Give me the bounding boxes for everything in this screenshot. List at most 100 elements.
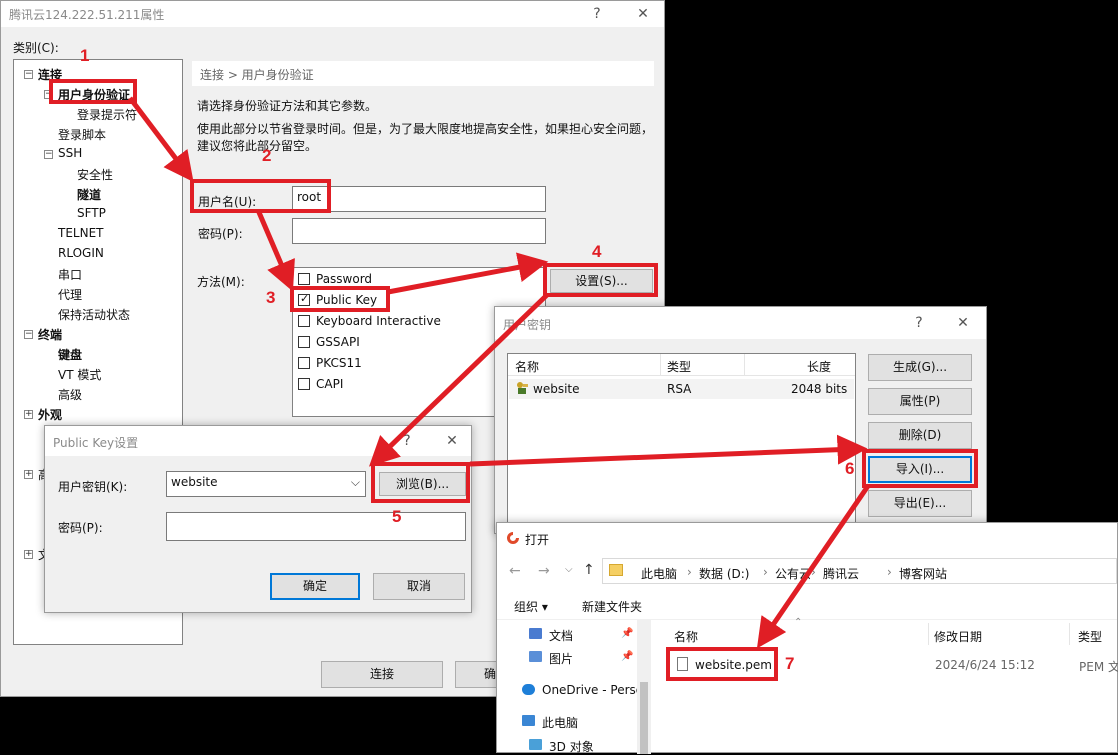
tree-expander-icon[interactable]: + — [24, 470, 33, 479]
user-key-select[interactable]: website ⌵ — [166, 471, 366, 497]
column-divider — [660, 354, 661, 376]
key-type: RSA — [667, 382, 692, 396]
delete-button[interactable]: 删除(D) — [868, 422, 972, 449]
breadcrumb-segment[interactable]: 博客网站 — [899, 565, 947, 582]
tree-expander-icon[interactable]: − — [44, 150, 53, 159]
red-highlight-browse — [371, 462, 470, 503]
nav-scrollbar[interactable] — [637, 620, 651, 754]
export-button[interactable]: 导出(E)... — [868, 490, 972, 517]
recent-dropdown-icon[interactable]: ⌵ — [565, 564, 573, 575]
pubkey-help-button[interactable]: ? — [395, 431, 419, 451]
column-type[interactable]: 类型 — [667, 358, 691, 375]
key-list[interactable]: 名称 类型 长度 website RSA 2048 bits — [507, 353, 856, 531]
key-list-header: 名称 类型 长度 — [508, 354, 855, 376]
tree-item[interactable]: VT 模式 — [58, 366, 101, 383]
breadcrumb-segment[interactable]: 此电脑 — [641, 565, 677, 582]
col-date[interactable]: 修改日期 — [934, 628, 982, 645]
address-bar[interactable]: 此电脑 › 数据 (D:) › 公有云 › 腾讯云 › 博客网站 — [602, 558, 1117, 584]
scroll-thumb[interactable] — [640, 682, 648, 754]
forward-arrow-icon[interactable]: → — [538, 563, 550, 579]
tree-item[interactable]: 隧道 — [77, 186, 101, 203]
column-name[interactable]: 名称 — [515, 358, 539, 375]
tree-item[interactable]: 代理 — [58, 286, 82, 303]
description-line-2: 建议您将此部分留空。 — [197, 139, 318, 153]
properties-button[interactable]: 属性(P) — [868, 388, 972, 415]
column-divider — [744, 354, 745, 376]
method-label: GSSAPI — [316, 335, 360, 349]
computer-icon — [522, 715, 535, 726]
chevron-right-icon[interactable]: › — [887, 565, 892, 579]
tree-item[interactable]: SSH — [58, 146, 82, 160]
tree-item[interactable]: 终端 — [38, 326, 62, 343]
method-checkbox[interactable] — [298, 378, 310, 390]
window-title: 腾讯云124.222.51.211属性 — [9, 8, 165, 22]
nav-item[interactable]: 文档 — [549, 627, 573, 644]
tree-item[interactable]: 保持活动状态 — [58, 306, 130, 323]
help-button[interactable]: ? — [585, 4, 609, 24]
col-type[interactable]: 类型 — [1078, 628, 1102, 645]
method-label: Keyboard Interactive — [316, 314, 441, 328]
password-input[interactable] — [292, 218, 546, 244]
public-key-dialog: Public Key设置 ? ✕ 用户密钥(K): website ⌵ 浏览(B… — [44, 425, 472, 613]
method-checkbox[interactable] — [298, 357, 310, 369]
close-button[interactable]: ✕ — [631, 4, 655, 24]
nav-item[interactable]: 此电脑 — [542, 714, 578, 731]
method-checkbox[interactable] — [298, 336, 310, 348]
open-title-bar: 打开 — [497, 523, 1117, 555]
pubkey-close-button[interactable]: ✕ — [440, 431, 464, 451]
back-arrow-icon[interactable]: ← — [509, 563, 521, 579]
table-row[interactable]: website RSA 2048 bits — [509, 379, 854, 399]
up-arrow-icon[interactable]: ↑ — [583, 562, 595, 578]
description-line-1: 使用此部分以节省登录时间。但是，为了最大限度地提高安全性，如果担心安全问题， — [197, 122, 654, 136]
tree-item[interactable]: 外观 — [38, 406, 62, 423]
tree-expander-icon[interactable]: − — [24, 70, 33, 79]
tree-item[interactable]: 登录脚本 — [58, 126, 106, 143]
chevron-right-icon[interactable]: › — [811, 565, 816, 579]
user-key-label: 用户密钥(K): — [58, 480, 128, 494]
tree-expander-icon[interactable]: + — [24, 410, 33, 419]
file-date: 2024/6/24 15:12 — [935, 658, 1035, 672]
new-folder-button[interactable]: 新建文件夹 — [582, 598, 642, 615]
red-highlight-public-key — [290, 286, 390, 312]
key-length: 2048 bits — [791, 382, 848, 396]
col-name[interactable]: 名称 — [674, 628, 698, 645]
pin-icon[interactable]: 📌 — [621, 628, 633, 639]
userkey-title: 用户密钥 — [503, 318, 552, 332]
chevron-right-icon[interactable]: › — [687, 565, 692, 579]
pubkey-cancel-button[interactable]: 取消 — [373, 573, 465, 600]
pubkey-password-input[interactable] — [166, 512, 466, 541]
nav-item[interactable]: 3D 对象 — [549, 738, 594, 755]
tree-expander-icon[interactable]: + — [24, 550, 33, 559]
pubkey-ok-button[interactable]: 确定 — [270, 573, 360, 600]
chevron-right-icon[interactable]: › — [763, 565, 768, 579]
red-highlight-import — [862, 449, 978, 488]
breadcrumb-segment[interactable]: 公有云 — [775, 565, 811, 582]
userkey-help-button[interactable]: ? — [907, 313, 931, 333]
tree-item[interactable]: RLOGIN — [58, 246, 104, 260]
tree-item[interactable]: 键盘 — [58, 346, 82, 363]
red-highlight-file — [666, 647, 778, 681]
method-checkbox[interactable] — [298, 315, 310, 327]
nav-item[interactable]: OneDrive - Perso — [542, 683, 637, 697]
pin-icon[interactable]: 📌 — [621, 651, 633, 662]
pubkey-title: Public Key设置 — [53, 436, 139, 450]
tree-item[interactable]: 登录提示符 — [77, 106, 137, 123]
column-length[interactable]: 长度 — [807, 358, 831, 375]
nav-item[interactable]: 图片 — [549, 650, 573, 667]
generate-button[interactable]: 生成(G)... — [868, 354, 972, 381]
red-highlight-user-auth — [49, 79, 137, 104]
tree-expander-icon[interactable]: − — [24, 330, 33, 339]
organize-button[interactable]: 组织 ▾ — [514, 598, 548, 615]
tree-item[interactable]: 高级 — [58, 386, 82, 403]
breadcrumb-segment[interactable]: 数据 (D:) — [699, 565, 749, 582]
method-checkbox[interactable] — [298, 273, 310, 285]
tree-item[interactable]: 安全性 — [77, 166, 113, 183]
tree-item[interactable]: SFTP — [77, 206, 106, 220]
sort-up-icon: ⌃ — [794, 617, 803, 628]
userkey-close-button[interactable]: ✕ — [951, 313, 975, 333]
title-bar: 腾讯云124.222.51.211属性 ? ✕ — [1, 1, 664, 27]
breadcrumb-segment[interactable]: 腾讯云 — [823, 565, 859, 582]
tree-item[interactable]: 串口 — [58, 266, 82, 283]
tree-item[interactable]: TELNET — [58, 226, 104, 240]
connect-button[interactable]: 连接 — [321, 661, 443, 688]
